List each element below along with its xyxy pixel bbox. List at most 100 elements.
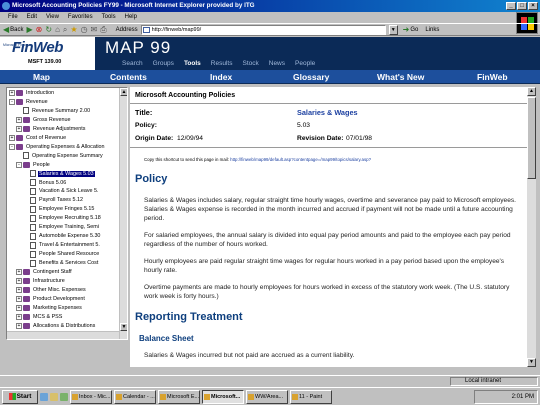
tree-item[interactable]: - People <box>16 161 51 169</box>
tree-item[interactable]: Automobile Expense 5.30 <box>23 232 101 240</box>
tree-item[interactable]: + Product Development <box>16 295 86 303</box>
search-button[interactable]: ⌕ <box>63 25 67 35</box>
refresh-button[interactable]: ↻ <box>45 25 52 34</box>
print-button[interactable]: ⎙ <box>100 25 106 35</box>
tab-people[interactable]: People <box>295 60 315 67</box>
expand-icon[interactable]: + <box>9 90 15 96</box>
nav-glossary[interactable]: Glossary <box>293 72 329 82</box>
expand-icon[interactable]: + <box>16 277 22 284</box>
collapse-icon[interactable]: - <box>9 98 15 105</box>
tree-item[interactable]: Vacation & Sick Leave 5. <box>23 187 100 195</box>
tree-horizontal-scrollbar[interactable] <box>7 331 119 339</box>
history-button[interactable]: ◷ <box>81 25 88 34</box>
tree-scroll-up-icon[interactable]: ▲ <box>120 88 127 96</box>
scroll-thumb[interactable] <box>527 97 536 179</box>
finweb-logo[interactable]: Microsoft Finance FinWeb MSFT 139.00 <box>0 37 95 70</box>
expand-icon[interactable]: + <box>9 134 15 141</box>
task-microsoft-e[interactable]: Microsoft E... <box>158 389 200 404</box>
collapse-icon[interactable]: - <box>16 161 22 168</box>
nav-whats-new[interactable]: What's New <box>377 72 424 82</box>
tree-item[interactable]: + Cost of Revenue <box>9 134 67 142</box>
go-button[interactable]: ➜ Go <box>403 25 419 34</box>
title-value: Salaries & Wages <box>297 108 358 117</box>
favorites-button[interactable]: ★ <box>70 25 77 34</box>
tree-item[interactable]: Bonus 5.06 <box>23 179 67 187</box>
book-icon <box>23 161 30 168</box>
expand-icon[interactable]: + <box>16 116 22 123</box>
content-vertical-scrollbar[interactable]: ▲ ▼ <box>527 87 536 367</box>
menu-edit[interactable]: Edit <box>27 12 37 23</box>
shortcut-link[interactable]: http://finweb/map99/default.asp?contentp… <box>230 157 371 162</box>
tree-scroll-down-icon[interactable]: ▼ <box>120 323 127 331</box>
ie-quicklaunch-icon[interactable] <box>40 392 48 401</box>
expand-icon[interactable]: + <box>16 269 22 275</box>
task-microsoft-active[interactable]: Microsoft... <box>202 389 244 404</box>
scroll-up-icon[interactable]: ▲ <box>527 87 536 96</box>
minimize-button[interactable]: _ <box>506 2 516 10</box>
tree-item[interactable]: + Contingent Staff <box>16 268 73 276</box>
menu-favorites[interactable]: Favorites <box>68 12 93 23</box>
expand-icon[interactable]: + <box>16 304 22 311</box>
menu-help[interactable]: Help <box>125 12 137 23</box>
expand-icon[interactable]: + <box>16 286 22 293</box>
tree-item[interactable]: + MCS & PSS <box>16 313 63 321</box>
task-calendar[interactable]: Calendar - ... <box>114 389 156 404</box>
menu-view[interactable]: View <box>46 12 59 23</box>
home-button[interactable]: ⌂ <box>55 25 60 34</box>
start-button[interactable]: Start <box>2 389 38 404</box>
back-button[interactable]: ◀ Back <box>3 25 24 34</box>
tree-item[interactable]: Benefits & Services Cost <box>23 259 99 267</box>
expand-icon[interactable]: + <box>16 125 22 132</box>
tree-item[interactable]: + Marketing Expenses <box>16 304 83 312</box>
book-icon <box>23 313 30 320</box>
tab-tools[interactable]: Tools <box>184 60 201 67</box>
tree-item[interactable]: Salaries & Wages 5.03 <box>23 170 95 178</box>
tree-item[interactable]: + Revenue Adjustments <box>16 125 86 133</box>
desktop-quicklaunch-icon[interactable] <box>60 392 68 401</box>
tab-results[interactable]: Results <box>211 60 233 67</box>
nav-map[interactable]: Map <box>33 72 50 82</box>
nav-index[interactable]: Index <box>210 72 232 82</box>
expand-icon[interactable]: + <box>16 313 22 320</box>
tree-item[interactable]: Travel & Entertainment 5. <box>23 241 101 249</box>
tree-item[interactable]: - Operating Expenses & Allocation <box>9 143 106 151</box>
tree-vertical-scrollbar[interactable]: ▲ ▼ <box>119 88 127 339</box>
menu-tools[interactable]: Tools <box>102 12 116 23</box>
tree-item[interactable]: + Other Misc. Expenses <box>16 286 87 294</box>
task-inbox[interactable]: Inbox - Mic... <box>70 389 112 404</box>
scroll-down-icon[interactable]: ▼ <box>527 358 536 367</box>
tab-search[interactable]: Search <box>122 60 143 67</box>
close-button[interactable]: × <box>528 2 538 10</box>
tree-item[interactable]: + Introduction <box>9 89 55 97</box>
task-paint[interactable]: 11 - Paint <box>290 389 332 404</box>
task-wwarea[interactable]: WW/Area... <box>246 389 288 404</box>
maximize-button[interactable]: □ <box>517 2 527 10</box>
expand-icon[interactable]: + <box>16 322 22 329</box>
nav-finweb[interactable]: FinWeb <box>477 72 508 82</box>
mail-button[interactable]: ✉ <box>91 25 98 34</box>
tree-item[interactable]: Employee Recruiting 5.18 <box>23 214 102 222</box>
tree-item[interactable]: Payroll Taxes 5.12 <box>23 196 84 204</box>
collapse-icon[interactable]: - <box>9 143 15 150</box>
tree-item[interactable]: Revenue Summary 2.00 <box>16 107 91 115</box>
expand-icon[interactable]: + <box>16 295 22 302</box>
tree-item[interactable]: Employee Training, Semi <box>23 223 100 231</box>
tab-stock[interactable]: Stock <box>242 60 258 67</box>
tree-item[interactable]: + Gross Revenue <box>16 116 71 124</box>
stop-button[interactable]: ⊗ <box>36 25 43 34</box>
tab-groups[interactable]: Groups <box>153 60 174 67</box>
links-button[interactable]: Links <box>425 27 439 33</box>
tree-item[interactable]: Employee Fringes 5.15 <box>23 205 95 213</box>
nav-contents[interactable]: Contents <box>110 72 147 82</box>
address-dropdown[interactable]: ▼ <box>388 24 398 35</box>
address-input[interactable]: http://finweb/map99/ <box>140 24 386 35</box>
tree-item[interactable]: + Infrastructure <box>16 277 66 285</box>
menu-file[interactable]: File <box>8 12 18 23</box>
outlook-quicklaunch-icon[interactable] <box>50 392 58 401</box>
tree-item[interactable]: People Shared Resource <box>23 250 100 258</box>
tree-item[interactable]: - Revenue <box>9 98 49 106</box>
tree-item[interactable]: + Allocations & Distributions <box>16 322 96 330</box>
forward-button[interactable]: ▶ <box>27 25 33 34</box>
tree-item[interactable]: Operating Expense Summary <box>16 152 104 160</box>
tab-news[interactable]: News <box>269 60 285 67</box>
